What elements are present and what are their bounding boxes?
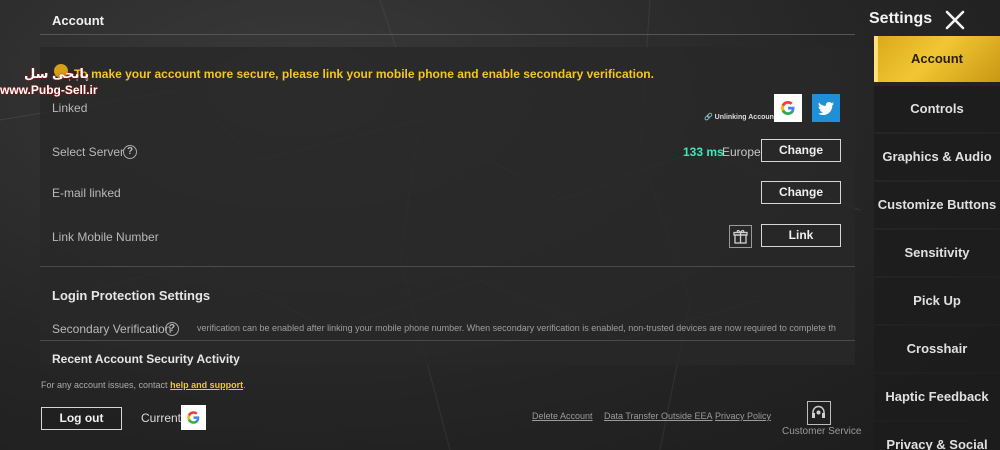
data-transfer-link[interactable]: Data Transfer Outside EEA [604, 411, 713, 421]
google-icon [187, 411, 200, 424]
delete-account-link[interactable]: Delete Account [532, 411, 593, 421]
unlinking-accounts-label: Unlinking Accounts [714, 114, 781, 121]
help-icon[interactable]: ? [165, 322, 179, 336]
current-account-label: Current [141, 411, 182, 425]
secondary-verification-label: Secondary Verification [52, 322, 172, 336]
secondary-verification-description: verification can be enabled after linkin… [197, 323, 836, 333]
nav-item-controls[interactable]: Controls [874, 86, 1000, 132]
header-divider [40, 34, 855, 35]
change-server-button[interactable]: Change [761, 139, 841, 162]
recent-activity-title[interactable]: Recent Account Security Activity [52, 352, 240, 366]
section-divider [40, 340, 855, 341]
security-notice: To make your account more secure, please… [74, 67, 654, 81]
nav-item-pick-up[interactable]: Pick Up [874, 278, 1000, 324]
customer-service-label[interactable]: Customer Service [782, 426, 861, 437]
linked-label: Linked [52, 101, 88, 115]
privacy-policy-link[interactable]: Privacy Policy [715, 411, 771, 421]
close-icon[interactable] [943, 8, 967, 32]
email-linked-label: E-mail linked [52, 186, 121, 200]
change-email-button[interactable]: Change [761, 181, 841, 204]
nav-item-graphics-audio[interactable]: Graphics & Audio [874, 134, 1000, 180]
unlinking-accounts-link[interactable]: 🔗 Unlinking Accounts [704, 113, 780, 121]
account-title: Account [52, 13, 104, 28]
select-server-label: Select Server [52, 145, 125, 159]
link-icon: 🔗 [704, 114, 713, 121]
google-icon [781, 101, 795, 115]
issue-text: For any account issues, contact [41, 380, 171, 390]
settings-title: Settings [869, 10, 933, 27]
help-icon[interactable]: ? [123, 145, 137, 159]
login-protection-title: Login Protection Settings [52, 288, 211, 303]
google-link-button[interactable] [774, 94, 802, 122]
nav-item-customize-buttons[interactable]: Customize Buttons [874, 182, 1000, 228]
nav-item-sensitivity[interactable]: Sensitivity [874, 230, 1000, 276]
twitter-icon [818, 102, 834, 115]
nav-item-privacy-social[interactable]: Privacy & Social [874, 422, 1000, 450]
current-account-google [181, 405, 206, 430]
help-support-link[interactable]: help and support [170, 380, 243, 390]
server-ping: 133 ms [683, 145, 724, 159]
account-panel [40, 47, 855, 365]
watermark-persian-text: پابجی سل [24, 66, 90, 81]
nav-item-haptic-feedback[interactable]: Haptic Feedback [874, 374, 1000, 420]
gift-icon[interactable] [729, 225, 752, 248]
issue-end: . [243, 380, 246, 390]
logout-button[interactable]: Log out [41, 407, 122, 430]
account-issue-text: For any account issues, contact help and… [41, 380, 246, 390]
twitter-link-button[interactable] [812, 94, 840, 122]
headset-icon[interactable] [807, 401, 831, 425]
section-divider [40, 266, 855, 267]
link-mobile-label: Link Mobile Number [52, 230, 159, 244]
watermark-site-text: www.Pubg-Sell.ir [0, 83, 98, 97]
server-region: Europe [722, 145, 761, 159]
link-mobile-button[interactable]: Link [761, 224, 841, 247]
nav-item-crosshair[interactable]: Crosshair [874, 326, 1000, 372]
nav-item-account[interactable]: Account [874, 36, 1000, 82]
